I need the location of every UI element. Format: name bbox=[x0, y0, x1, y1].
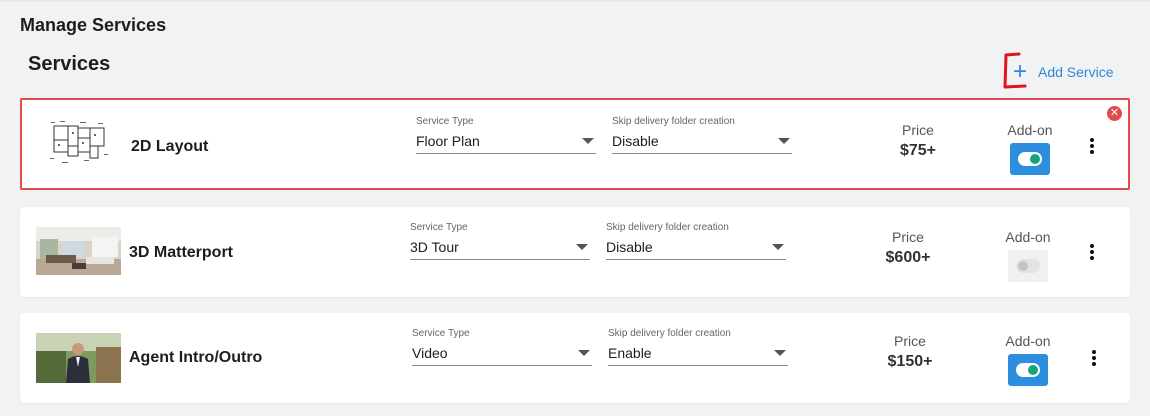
skip-delivery-label: Skip delivery folder creation bbox=[606, 222, 729, 233]
more-options-icon[interactable] bbox=[1087, 243, 1097, 263]
skip-delivery-value: Enable bbox=[608, 345, 652, 361]
addon-block: Add-on bbox=[998, 229, 1058, 282]
service-card-2d-layout[interactable]: 2D Layout Service Type Floor Plan Skip d… bbox=[20, 98, 1130, 190]
add-service-label: Add Service bbox=[1038, 64, 1114, 80]
service-name: Agent Intro/Outro bbox=[129, 349, 263, 366]
skip-delivery-field: Skip delivery folder creation Disable bbox=[612, 116, 792, 154]
skip-delivery-select[interactable]: Enable bbox=[608, 344, 788, 366]
service-name: 3D Matterport bbox=[129, 244, 234, 261]
top-divider bbox=[0, 0, 1150, 2]
plus-icon: + bbox=[1012, 58, 1027, 85]
price-block: Price $600+ bbox=[878, 229, 938, 267]
section-title: Services bbox=[28, 53, 111, 75]
price-block: Price $75+ bbox=[888, 122, 948, 160]
chevron-down-icon bbox=[778, 138, 790, 144]
service-name: 2D Layout bbox=[131, 138, 209, 155]
addon-label: Add-on bbox=[1005, 333, 1051, 349]
floor-plan-thumbnail bbox=[48, 118, 114, 168]
skip-delivery-select[interactable]: Disable bbox=[612, 132, 792, 154]
addon-label: Add-on bbox=[1005, 229, 1051, 245]
addon-toggle[interactable] bbox=[1008, 354, 1048, 386]
service-type-value: 3D Tour bbox=[410, 239, 459, 255]
more-options-icon[interactable] bbox=[1087, 137, 1097, 157]
agent-photo-thumbnail bbox=[36, 333, 121, 383]
addon-toggle[interactable] bbox=[1010, 143, 1050, 175]
service-type-value: Floor Plan bbox=[416, 133, 480, 149]
toggle-track bbox=[1016, 363, 1040, 377]
service-type-select[interactable]: Video bbox=[412, 344, 592, 366]
close-icon[interactable]: ✕ bbox=[1107, 106, 1122, 121]
service-card-3d-matterport[interactable]: 3D Matterport Service Type 3D Tour Skip … bbox=[20, 207, 1130, 297]
chevron-down-icon bbox=[772, 244, 784, 250]
interior-photo-thumbnail bbox=[36, 227, 121, 275]
skip-delivery-value: Disable bbox=[612, 133, 659, 149]
price-label: Price bbox=[892, 229, 924, 245]
toggle-knob bbox=[1028, 365, 1038, 375]
skip-delivery-select[interactable]: Disable bbox=[606, 238, 786, 260]
price-value: $75+ bbox=[899, 142, 937, 159]
service-type-select[interactable]: 3D Tour bbox=[410, 238, 590, 260]
addon-toggle[interactable] bbox=[1008, 250, 1048, 282]
service-type-field: Service Type Floor Plan bbox=[416, 116, 596, 154]
add-service-button[interactable]: + Add Service bbox=[1010, 58, 1114, 85]
chevron-down-icon bbox=[774, 350, 786, 356]
price-block: Price $150+ bbox=[880, 333, 940, 371]
price-value: $150+ bbox=[887, 353, 933, 370]
more-options-icon[interactable] bbox=[1089, 349, 1099, 369]
service-type-label: Service Type bbox=[410, 222, 468, 233]
service-type-label: Service Type bbox=[412, 328, 470, 339]
service-type-select[interactable]: Floor Plan bbox=[416, 132, 596, 154]
price-label: Price bbox=[894, 333, 926, 349]
service-type-field: Service Type Video bbox=[412, 328, 592, 366]
toggle-track bbox=[1018, 152, 1042, 166]
service-card-agent-intro-outro[interactable]: Agent Intro/Outro Service Type Video Ski… bbox=[20, 313, 1130, 403]
toggle-track bbox=[1016, 259, 1040, 273]
service-type-field: Service Type 3D Tour bbox=[410, 222, 590, 260]
addon-block: Add-on bbox=[1000, 122, 1060, 175]
addon-label: Add-on bbox=[1007, 122, 1053, 138]
skip-delivery-field: Skip delivery folder creation Disable bbox=[606, 222, 786, 260]
skip-delivery-field: Skip delivery folder creation Enable bbox=[608, 328, 788, 366]
service-type-label: Service Type bbox=[416, 116, 474, 127]
addon-block: Add-on bbox=[998, 333, 1058, 386]
service-type-value: Video bbox=[412, 345, 448, 361]
toggle-knob bbox=[1030, 154, 1040, 164]
skip-delivery-label: Skip delivery folder creation bbox=[612, 116, 735, 127]
chevron-down-icon bbox=[582, 138, 594, 144]
page-title: Manage Services bbox=[20, 15, 167, 35]
skip-delivery-label: Skip delivery folder creation bbox=[608, 328, 731, 339]
price-value: $600+ bbox=[885, 249, 931, 266]
chevron-down-icon bbox=[578, 350, 590, 356]
skip-delivery-value: Disable bbox=[606, 239, 653, 255]
chevron-down-icon bbox=[576, 244, 588, 250]
toggle-knob bbox=[1018, 261, 1028, 271]
price-label: Price bbox=[902, 122, 934, 138]
